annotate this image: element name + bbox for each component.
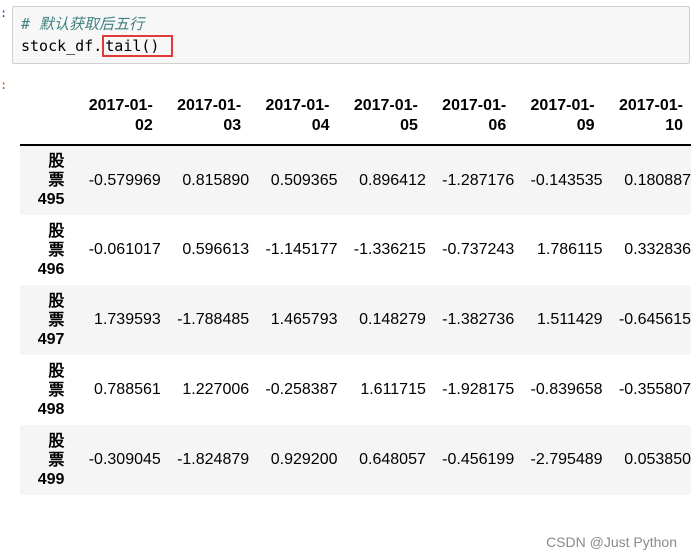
input-prompt: :: [0, 6, 8, 20]
table-cell: 0.180887: [624, 171, 691, 189]
table-cell: 0.896412: [359, 171, 426, 189]
table-cell: -1.928175: [442, 381, 515, 398]
row-index: 股票 499: [37, 432, 65, 488]
column-header: 2017-01- 04: [249, 92, 338, 146]
table-cell: 0.788561: [94, 381, 161, 398]
table-cell: 1.227006: [182, 381, 250, 398]
column-header: 2017-01- 06: [425, 92, 515, 146]
index-header: [20, 92, 73, 146]
table-cell: -0.258387: [265, 381, 338, 398]
table-cell: -0.839658: [530, 381, 603, 398]
table-row: 股票 497 1.739593 -1.788485 1.465793 0.148279 -1…: [20, 285, 691, 355]
notebook-page: : # 默认获取后五行 stock_df. tail() : 2017-01- 02…: [0, 0, 691, 560]
column-header: 2017-01- 10: [602, 92, 691, 146]
table-cell: -1.336215: [353, 241, 426, 258]
highlighted-call-box: tail(): [102, 35, 174, 57]
row-index: 股票 496: [37, 222, 65, 278]
table-cell: 1.465793: [270, 311, 338, 328]
table-cell: -0.355807: [618, 381, 691, 398]
table-cell: 0.596613: [182, 241, 250, 258]
table-cell: -2.795489: [530, 451, 603, 468]
table-cell: -1.145177: [265, 241, 338, 258]
code-comment: # 默认获取后五行: [21, 15, 145, 33]
table-cell: 0.648057: [359, 451, 426, 468]
table-cell: 0.148279: [359, 311, 426, 328]
table-cell: -0.309045: [88, 451, 161, 468]
table-row: 股票 498 0.788561 1.227006 -0.258387 1.611715 -1…: [20, 355, 691, 425]
table-cell: 0.509365: [270, 171, 338, 189]
watermark: CSDN @Just Python: [546, 534, 677, 550]
table-cell: -0.737243: [442, 241, 515, 258]
code-cell[interactable]: # 默认获取后五行 stock_df. tail(): [12, 6, 690, 64]
table-cell: -1.382736: [442, 311, 515, 328]
table-row: 股票 499 -0.309045 -1.824879 0.929200 0.648057-…: [20, 425, 691, 495]
table-cell: -0.645615: [618, 311, 691, 328]
table-cell: 0.929200: [270, 451, 338, 468]
table-cell: 0.332836: [624, 241, 691, 258]
table-cell: -0.456199: [442, 451, 515, 468]
table-cell: -0.579969: [88, 171, 161, 189]
column-header: 2017-01- 09: [514, 92, 603, 146]
column-header: 2017-01- 03: [160, 92, 250, 146]
dataframe-table: 2017-01- 02 2017-01- 03 2017-01- 04 2017-01…: [20, 92, 691, 495]
table-cell: 1.786115: [537, 241, 603, 258]
table-cell: 1.739593: [94, 311, 161, 328]
row-index: 股票 498: [37, 362, 65, 418]
row-index: 股票 495: [37, 153, 65, 208]
table-row: 股票 496 -0.061017 0.596613 -1.145177 -1.336215…: [20, 215, 691, 285]
table-cell: 1.511429: [537, 311, 603, 328]
table-header-row: 2017-01- 02 2017-01- 03 2017-01- 04 2017-01…: [20, 92, 691, 146]
table-cell: 0.815890: [182, 171, 250, 189]
column-header: 2017-01- 02: [72, 92, 161, 146]
code-call: tail(): [105, 37, 160, 55]
column-header: 2017-01- 05: [337, 92, 426, 146]
table-row: 股票 495 -0.579969 0.815890 0.509365 0.896412 -1…: [20, 145, 691, 215]
code-prefix: stock_df.: [21, 37, 103, 55]
table-cell: -0.061017: [88, 241, 161, 258]
table-cell: -1.824879: [177, 451, 250, 468]
table-cell: 0.053850: [624, 451, 691, 468]
row-index: 股票 497: [37, 292, 65, 348]
dataframe-output: 2017-01- 02 2017-01- 03 2017-01- 04 2017-01…: [20, 92, 691, 495]
table-cell: 1.611715: [360, 381, 426, 398]
table-cell: -1.788485: [177, 311, 250, 328]
table-cell: -0.143535: [530, 171, 603, 189]
table-cell: -1.287176: [442, 171, 515, 189]
output-prompt: :: [0, 78, 8, 92]
